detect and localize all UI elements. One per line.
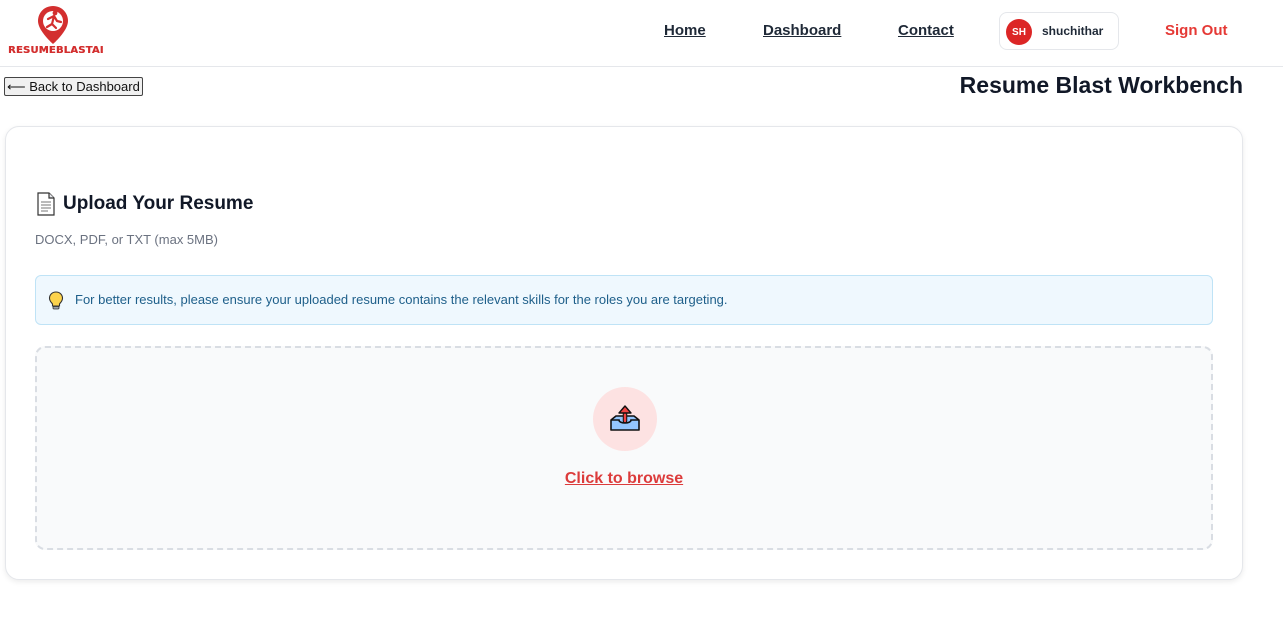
sign-out-button[interactable]: Sign Out [1165,22,1228,39]
user-profile-chip[interactable]: SH shuchithar [999,12,1119,50]
page-title: Resume Blast Workbench [959,72,1243,98]
click-to-browse-link[interactable]: Click to browse [37,470,1211,488]
upload-card: Upload Your Resume DOCX, PDF, or TXT (ma… [5,126,1243,580]
resume-dropzone[interactable]: Click to browse [35,346,1213,550]
upload-icon-circle [593,387,657,451]
upload-section-title: Upload Your Resume [35,192,253,216]
avatar: SH [1006,19,1032,45]
document-icon [37,192,55,216]
outbox-tray-icon [610,405,640,431]
brand-logo[interactable]: RESUMEBLASTAI [6,5,104,59]
nav-home-link[interactable]: Home [664,22,706,39]
runner-pin-icon [38,6,68,44]
back-to-dashboard-button[interactable]: ⟵ Back to Dashboard [4,77,143,96]
nav-contact-link[interactable]: Contact [898,22,954,39]
top-navbar: RESUMEBLASTAI Home Dashboard Contact SH … [0,0,1283,67]
lightbulb-icon [48,291,64,310]
file-types-hint: DOCX, PDF, or TXT (max 5MB) [35,232,218,247]
logo-text: RESUMEBLASTAI [8,45,104,56]
tip-banner: For better results, please ensure your u… [35,275,1213,325]
nav-dashboard-link[interactable]: Dashboard [763,22,841,39]
username-label: shuchithar [1042,24,1104,38]
tip-text: For better results, please ensure your u… [75,292,728,307]
upload-title-text: Upload Your Resume [63,193,254,214]
